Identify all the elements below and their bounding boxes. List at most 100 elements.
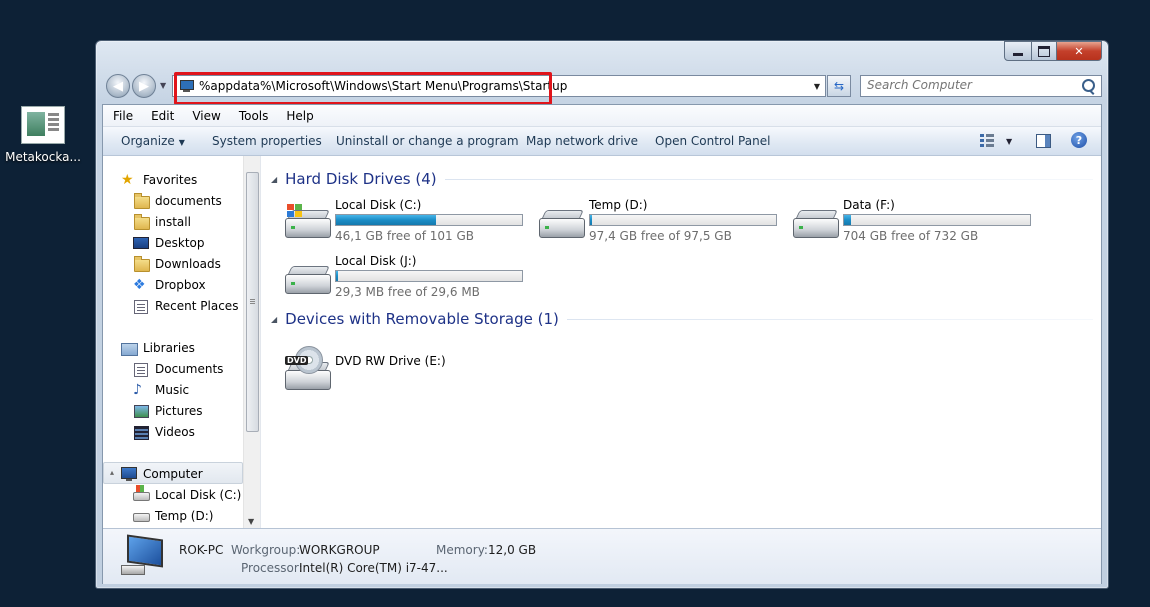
- nav-item-videos[interactable]: Videos: [133, 421, 195, 442]
- desktop-shortcut-label: Metakocka...: [5, 150, 81, 164]
- close-button[interactable]: ✕: [1057, 41, 1102, 61]
- collapse-arrow-icon[interactable]: ▴: [110, 468, 114, 477]
- nav-item-label: Downloads: [155, 256, 221, 271]
- menu-file[interactable]: File: [103, 109, 141, 123]
- change-view-icon[interactable]: [980, 134, 994, 147]
- refresh-button[interactable]: ⇆: [827, 75, 851, 97]
- nav-item-temp-d[interactable]: Temp (D:): [133, 505, 213, 526]
- drive-free-space: 46,1 GB free of 101 GB: [335, 229, 474, 243]
- workgroup-value: WORKGROUP: [299, 543, 380, 557]
- search-icon[interactable]: [1082, 79, 1095, 92]
- nav-item-label: Videos: [155, 424, 195, 439]
- drive-data-f[interactable]: Data (F:) 704 GB free of 732 GB: [791, 198, 1031, 248]
- drive-icon: [133, 509, 150, 523]
- nav-item-label: Pictures: [155, 403, 203, 418]
- nav-item-documents-folder[interactable]: documents: [133, 190, 222, 211]
- map-network-drive-button[interactable]: Map network drive: [526, 134, 638, 148]
- drive-local-disk-j[interactable]: Local Disk (J:) 29,3 MB free of 29,6 MB: [283, 254, 523, 304]
- explorer-window: ✕ ◀ ▶ ▼ %appdata%\Microsoft\Windows\Star…: [95, 40, 1109, 589]
- nav-scrollbar[interactable]: ▼: [243, 156, 260, 528]
- hard-drive-icon: [791, 208, 839, 238]
- menu-help[interactable]: Help: [276, 109, 321, 123]
- system-properties-button[interactable]: System properties: [212, 134, 322, 148]
- memory-label: Memory:: [436, 543, 488, 557]
- nav-item-label: Music: [155, 382, 190, 397]
- group-removable-storage[interactable]: ◢ Devices with Removable Storage (1): [271, 308, 1093, 330]
- collapse-group-icon[interactable]: ◢: [271, 315, 277, 324]
- computer-icon: [121, 534, 163, 575]
- uninstall-program-button[interactable]: Uninstall or change a program: [336, 134, 519, 148]
- menu-view[interactable]: View: [182, 109, 228, 123]
- nav-item-music[interactable]: ♪ Music: [133, 379, 189, 400]
- desktop-shortcut[interactable]: Metakocka...: [4, 106, 82, 164]
- desktop-icon: [133, 236, 149, 250]
- command-bar: Organize ▼ System properties Uninstall or…: [103, 127, 1101, 156]
- address-path[interactable]: %appdata%\Microsoft\Windows\Start Menu\P…: [199, 79, 808, 93]
- address-bar[interactable]: %appdata%\Microsoft\Windows\Start Menu\P…: [172, 75, 826, 97]
- drive-name: DVD RW Drive (E:): [335, 354, 446, 368]
- windows-hard-drive-icon: [283, 204, 331, 238]
- documents-icon: [133, 362, 149, 377]
- group-heading: Devices with Removable Storage (1): [285, 310, 559, 328]
- memory-value: 12,0 GB: [488, 543, 537, 557]
- search-input[interactable]: [861, 76, 1067, 94]
- dvd-drive-icon: DVD: [283, 346, 331, 390]
- address-dropdown-button[interactable]: ▼: [808, 81, 825, 91]
- videos-icon: [133, 425, 149, 440]
- group-heading: Hard Disk Drives (4): [285, 170, 437, 188]
- nav-item-label: Temp (D:): [155, 508, 214, 523]
- view-options-dropdown[interactable]: ▼: [1006, 137, 1012, 146]
- drive-free-space: 29,3 MB free of 29,6 MB: [335, 285, 480, 299]
- nav-item-recent-places[interactable]: Recent Places: [133, 295, 238, 316]
- search-box[interactable]: [860, 75, 1102, 97]
- drive-local-disk-c[interactable]: Local Disk (C:) 46,1 GB free of 101 GB: [283, 198, 523, 248]
- nav-favorites[interactable]: ★ Favorites: [121, 169, 197, 190]
- organize-button[interactable]: Organize ▼: [121, 134, 185, 148]
- windows-drive-icon: [133, 484, 150, 502]
- group-hard-disk-drives[interactable]: ◢ Hard Disk Drives (4): [271, 168, 1093, 190]
- nav-item-local-disk-c[interactable]: Local Disk (C:): [133, 484, 241, 505]
- nav-item-pictures[interactable]: Pictures: [133, 400, 203, 421]
- nav-item-downloads[interactable]: Downloads: [133, 253, 221, 274]
- collapse-group-icon[interactable]: ◢: [271, 175, 277, 184]
- nav-item-label: Local Disk (C:): [155, 487, 242, 502]
- nav-computer[interactable]: Computer: [121, 463, 203, 484]
- processor-label: Processor:: [241, 561, 303, 575]
- forward-button[interactable]: ▶: [132, 74, 156, 98]
- workgroup-label: Workgroup:: [231, 543, 301, 557]
- scroll-down-icon[interactable]: ▼: [248, 517, 254, 526]
- organize-label: Organize: [121, 134, 175, 148]
- nav-item-dropbox[interactable]: ❖ Dropbox: [133, 274, 206, 295]
- music-icon: ♪: [133, 381, 142, 398]
- caption-buttons: ✕: [1004, 41, 1102, 61]
- back-button[interactable]: ◀: [106, 74, 130, 98]
- drive-name: Local Disk (J:): [335, 254, 417, 268]
- help-icon[interactable]: ?: [1071, 132, 1087, 148]
- usage-bar: [335, 214, 523, 226]
- nav-item-desktop[interactable]: Desktop: [133, 232, 205, 253]
- drive-name: Data (F:): [843, 198, 895, 212]
- maximize-button[interactable]: [1032, 41, 1057, 61]
- nav-item-documents-library[interactable]: Documents: [133, 358, 223, 379]
- drive-temp-d[interactable]: Temp (D:) 97,4 GB free of 97,5 GB: [537, 198, 777, 248]
- computer-icon: [121, 466, 137, 481]
- dropbox-icon: ❖: [133, 276, 146, 293]
- drive-dvd-rw-e[interactable]: DVD DVD RW Drive (E:): [283, 338, 483, 390]
- nav-libraries[interactable]: Libraries: [121, 337, 195, 358]
- nav-item-label: Documents: [155, 361, 224, 376]
- recent-pages-dropdown[interactable]: ▼: [160, 81, 166, 90]
- drive-free-space: 97,4 GB free of 97,5 GB: [589, 229, 732, 243]
- minimize-button[interactable]: [1004, 41, 1032, 61]
- content-frame: File Edit View Tools Help Organize ▼ Syst…: [102, 104, 1102, 584]
- nav-item-install[interactable]: install: [133, 211, 191, 232]
- back-arrow-icon: ◀: [113, 78, 123, 94]
- menu-edit[interactable]: Edit: [141, 109, 182, 123]
- usage-bar: [335, 270, 523, 282]
- preview-pane-icon[interactable]: [1036, 134, 1051, 148]
- minimize-icon: [1013, 52, 1023, 56]
- menu-tools[interactable]: Tools: [229, 109, 277, 123]
- nav-item-label: install: [155, 214, 191, 229]
- scrollbar-thumb[interactable]: [246, 172, 259, 432]
- open-control-panel-button[interactable]: Open Control Panel: [655, 134, 770, 148]
- drive-name: Temp (D:): [589, 198, 648, 212]
